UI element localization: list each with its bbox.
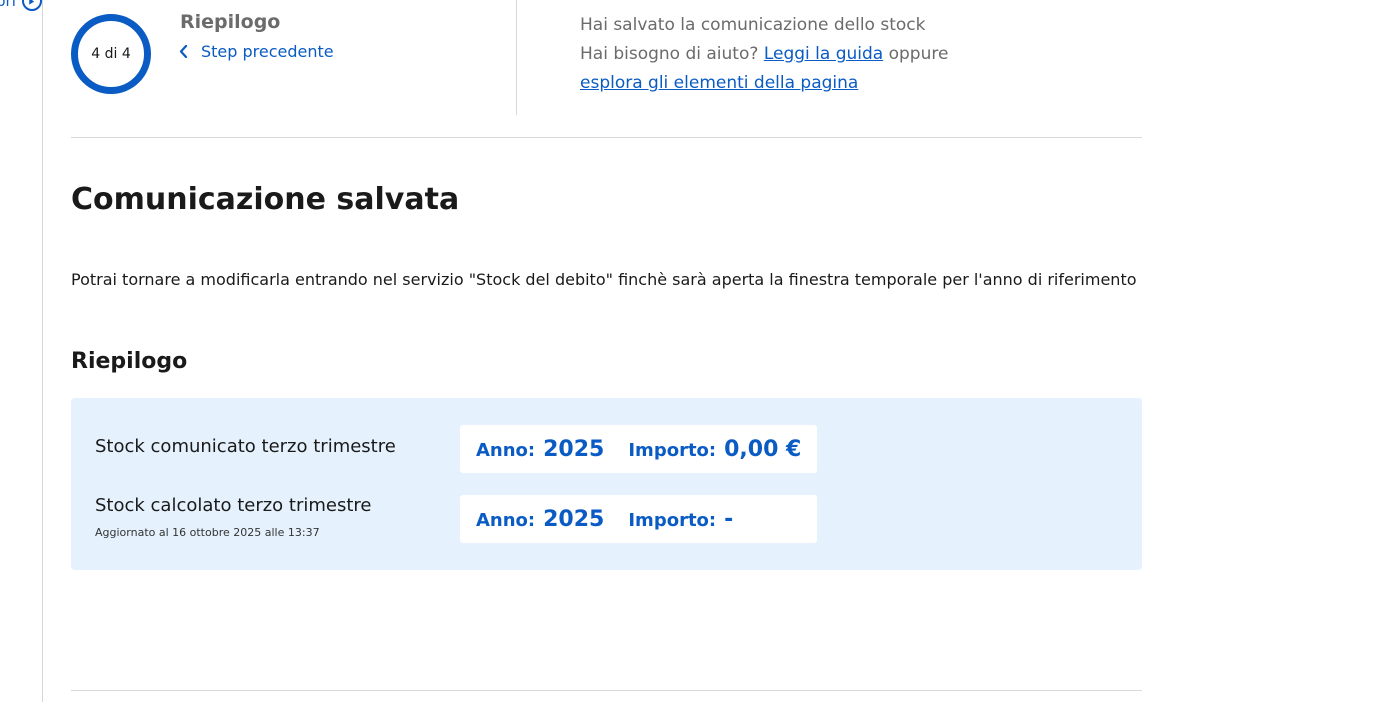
summary-value-card: Anno: 2025 Importo: - (460, 495, 817, 543)
side-navigation-rule (42, 0, 43, 702)
year-key: Anno: (476, 440, 536, 461)
read-guide-link[interactable]: Leggi la guida (764, 44, 883, 64)
amount-key: Importo: (628, 510, 717, 531)
summary-heading: Riepilogo (71, 349, 188, 374)
side-nav-link[interactable]: pri (0, 0, 42, 12)
amount-key: Importo: (628, 440, 717, 461)
previous-step-label: Step precedente (201, 42, 334, 61)
help-line: Hai bisogno di aiuto? Leggi la guida opp… (580, 40, 948, 69)
summary-box: Stock comunicato terzo trimestre Anno: 2… (71, 398, 1142, 570)
play-circle-icon (21, 0, 42, 11)
page-title: Comunicazione salvata (71, 182, 460, 217)
saved-confirmation-text: Hai salvato la comunicazione dello stock (580, 15, 926, 35)
info-text: Potrai tornare a modificarla entrando ne… (71, 270, 1137, 289)
side-nav-link-label: pri (0, 0, 16, 10)
need-help-text: Hai bisogno di aiuto? (580, 44, 759, 64)
year-value: 2025 (543, 437, 605, 462)
explore-page-elements-link[interactable]: esplora gli elementi della pagina (580, 73, 858, 93)
or-text: oppure (888, 44, 949, 64)
help-panel: Hai salvato la comunicazione dello stock… (580, 11, 948, 98)
chevron-left-icon (179, 45, 188, 58)
header-divider (516, 0, 517, 115)
last-updated-note: Aggiornato al 16 ottobre 2025 alle 13:37 (95, 526, 320, 539)
step-title: Riepilogo (180, 11, 281, 33)
previous-step-link[interactable]: Step precedente (178, 42, 334, 61)
year-key: Anno: (476, 510, 536, 531)
summary-value-card: Anno: 2025 Importo: 0,00 € (460, 425, 817, 473)
summary-row-label: Stock comunicato terzo trimestre (95, 436, 396, 457)
footer-separator (71, 690, 1142, 691)
step-progress-indicator: 4 di 4 (71, 14, 151, 94)
amount-value: - (724, 507, 734, 532)
year-value: 2025 (543, 507, 605, 532)
step-progress-label: 4 di 4 (91, 46, 131, 62)
amount-value: 0,00 € (724, 437, 802, 462)
summary-row-label: Stock calcolato terzo trimestre (95, 495, 372, 516)
header-separator (71, 137, 1142, 138)
